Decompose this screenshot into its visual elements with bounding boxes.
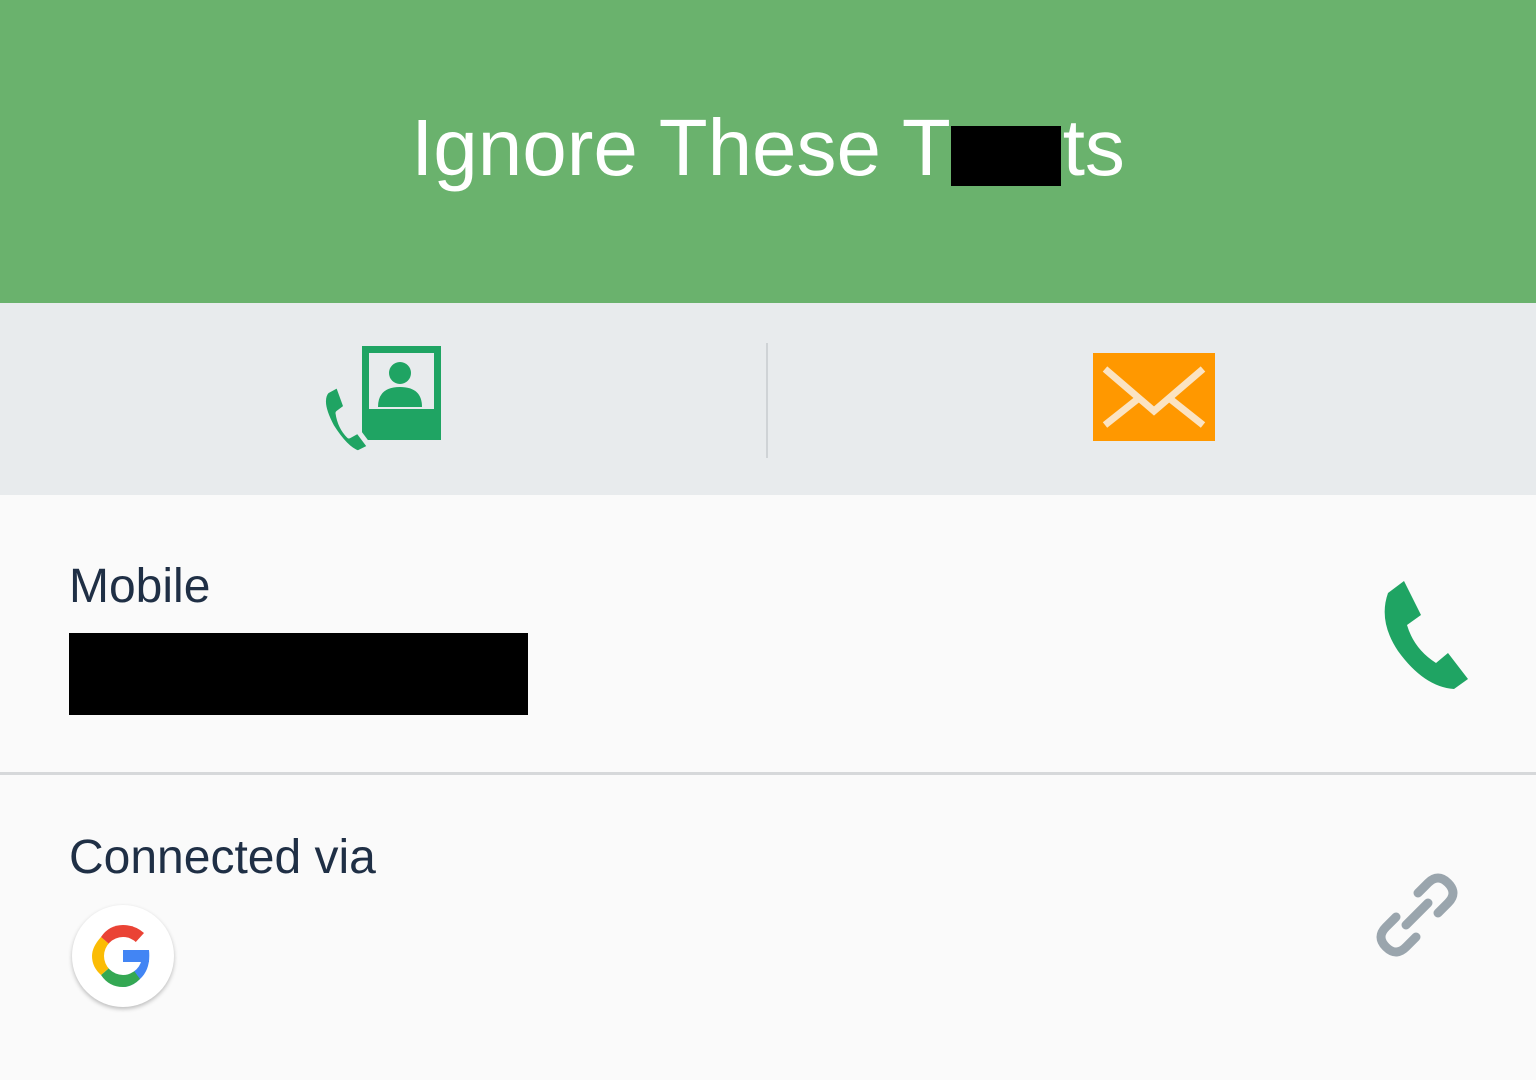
mobile-label: Mobile [69, 560, 211, 613]
call-contact-button[interactable] [0, 303, 767, 495]
linked-accounts-button[interactable] [1366, 865, 1466, 965]
envelope-icon [1093, 353, 1215, 441]
google-icon [92, 925, 150, 987]
connected-via-label: Connected via [69, 831, 376, 884]
action-divider [766, 343, 768, 458]
redaction-box [950, 126, 1061, 186]
contact-name-start: Ignore These T [411, 103, 951, 192]
phone-icon [1384, 581, 1468, 689]
link-icon [1376, 873, 1458, 957]
contact-name: Ignore These T ts [0, 98, 1536, 198]
contact-detail-screen: Ignore These T ts Mobile Connected via [0, 0, 1536, 1080]
connected-via-row: Connected via [0, 775, 1536, 1080]
contact-name-end: ts [1062, 103, 1125, 192]
action-bar [0, 303, 1536, 495]
message-button[interactable] [769, 303, 1536, 495]
phone-number-redacted [69, 633, 528, 715]
call-mobile-button[interactable] [1374, 575, 1474, 695]
google-account-badge[interactable] [72, 905, 174, 1007]
contact-header: Ignore These T ts [0, 0, 1536, 303]
contact-call-icon [320, 346, 441, 456]
mobile-row[interactable]: Mobile [0, 495, 1536, 772]
